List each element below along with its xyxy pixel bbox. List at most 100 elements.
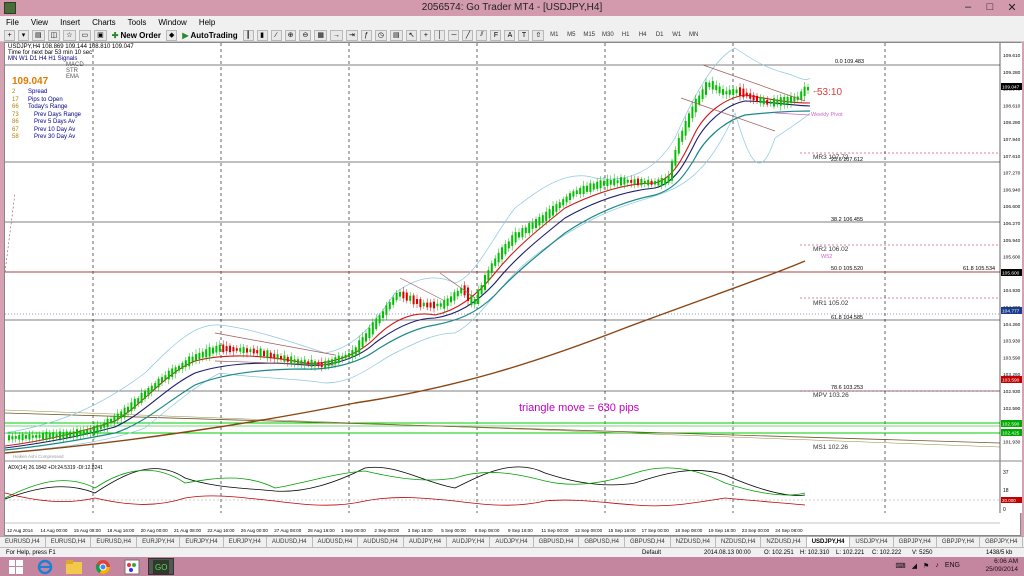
time-axis-label: 22 Aug 16:00 — [207, 528, 235, 533]
chart-canvas[interactable]: 0.0 109.483 MR3 107.72 23.6 107.612 38.2… — [4, 43, 1022, 537]
autotrading-button[interactable]: ▶ AutoTrading — [180, 30, 239, 41]
candle-body — [490, 263, 493, 274]
chart-tab[interactable]: GBPUSD,H4 — [579, 537, 625, 547]
candle-body — [698, 95, 701, 105]
start-icon[interactable] — [3, 558, 29, 575]
chart-tab[interactable]: AUDJPY,H4 — [404, 537, 448, 547]
cursor-icon[interactable]: ↖ — [405, 29, 418, 41]
chart-tab[interactable]: NZDUSD,H4 — [671, 537, 717, 547]
terminal-icon[interactable]: ▭ — [78, 29, 92, 41]
candle-body — [222, 344, 225, 353]
chrome-icon[interactable] — [90, 558, 116, 575]
candle-body — [191, 356, 194, 362]
arrows-icon[interactable]: ⇧ — [532, 29, 545, 41]
menu-window[interactable]: Window — [158, 18, 186, 27]
chart-shift-icon[interactable]: ⇥ — [345, 29, 358, 41]
indicators-icon[interactable]: ƒ — [360, 29, 372, 41]
minimize-button[interactable]: – — [960, 1, 976, 14]
status-help: For Help, press F1 — [6, 550, 56, 556]
chart-tab[interactable]: GBPUSD,H4 — [534, 537, 580, 547]
menu-insert[interactable]: Insert — [60, 18, 80, 27]
chart-tab[interactable]: GBPJPY,H4 — [894, 537, 937, 547]
tile-icon[interactable]: ▦ — [314, 29, 327, 41]
chart-tab[interactable]: AUDJPY,H4 — [490, 537, 534, 547]
new-chart-icon[interactable]: + — [4, 29, 15, 41]
language-indicator[interactable]: ENG — [945, 562, 960, 570]
chart-tab[interactable]: EURUSD,H4 — [46, 537, 92, 547]
candle-body — [514, 232, 517, 243]
channel-icon[interactable]: ⫽ — [476, 29, 488, 41]
chart-tab[interactable]: GBPJPY,H4 — [980, 537, 1024, 547]
timeframe-w1[interactable]: W1 — [670, 30, 684, 41]
fibonacci-icon[interactable]: F — [490, 29, 502, 41]
templates-icon[interactable]: ▤ — [389, 29, 403, 41]
candle-body — [694, 98, 697, 113]
paint-icon[interactable] — [119, 558, 145, 575]
internet-explorer-icon[interactable] — [32, 558, 58, 575]
close-button[interactable]: ✕ — [1004, 1, 1020, 14]
chart-tab[interactable]: AUDUSD,H4 — [267, 537, 313, 547]
timeframe-mn[interactable]: MN — [687, 30, 701, 41]
profiles-icon[interactable]: ▾ — [18, 29, 29, 41]
menu-file[interactable]: File — [6, 18, 19, 27]
market-watch-icon[interactable]: ▤ — [32, 29, 45, 41]
text-icon[interactable]: A — [504, 29, 516, 41]
chart-tab[interactable]: EURJPY,H4 — [180, 537, 224, 547]
volume-icon[interactable]: ♪ — [935, 562, 939, 570]
timeframe-m5[interactable]: M5 — [564, 30, 578, 41]
chart-tab[interactable]: EURJPY,H4 — [137, 537, 181, 547]
candles-icon[interactable]: ▮ — [256, 29, 268, 41]
timeframe-d1[interactable]: D1 — [653, 30, 667, 41]
chart-window[interactable]: 0.0 109.483 MR3 107.72 23.6 107.612 38.2… — [4, 42, 1022, 537]
new-order-button[interactable]: ✚ New Order — [110, 30, 163, 41]
chart-tab[interactable]: EURJPY,H4 — [224, 537, 267, 547]
mr1-label: MR1 105.02 — [813, 300, 849, 307]
keyboard-icon[interactable]: ⌨ — [896, 562, 906, 570]
periods-icon[interactable]: ◷ — [374, 29, 387, 41]
timeframe-m30[interactable]: M30 — [600, 30, 616, 41]
line-chart-icon[interactable]: ∕ — [270, 29, 282, 41]
chart-tab[interactable]: AUDJPY,H4 — [447, 537, 491, 547]
menu-view[interactable]: View — [31, 18, 48, 27]
candle-body — [21, 434, 24, 441]
chart-tab[interactable]: NZDUSD,H4 — [761, 537, 807, 547]
chart-tab[interactable]: NZDUSD,H4 — [716, 537, 762, 547]
chart-tab[interactable]: GBPJPY,H4 — [937, 537, 981, 547]
autoscroll-icon[interactable]: → — [329, 29, 343, 41]
metaeditor-icon[interactable]: ◆ — [165, 29, 178, 41]
menu-charts[interactable]: Charts — [92, 18, 116, 27]
chart-tab[interactable]: AUDUSD,H4 — [313, 537, 359, 547]
chart-tab[interactable]: USDJPY,H4 — [806, 537, 851, 547]
network-icon[interactable]: ◢ — [912, 562, 917, 570]
chart-tab[interactable]: EURUSD,H4 — [91, 537, 138, 547]
data-window-icon[interactable]: ◫ — [47, 29, 61, 41]
vertical-line-icon[interactable]: │ — [434, 29, 446, 41]
zoom-in-icon[interactable]: ⊕ — [284, 29, 297, 41]
clock[interactable]: 6:06 AM 25/09/2014 — [985, 558, 1018, 574]
candle-body — [552, 205, 554, 216]
chart-tab[interactable]: EURUSD,H4 — [0, 537, 46, 547]
zoom-out-icon[interactable]: ⊖ — [299, 29, 312, 41]
flag-icon[interactable]: ⚑ — [923, 562, 929, 570]
chart-tab[interactable]: USDJPY,H4 — [850, 537, 894, 547]
stats-panel: 2 Spread 17 Pips to Open 66 Today's Range 7… — [12, 89, 81, 142]
crosshair-icon[interactable]: + — [420, 29, 432, 41]
menu-tools[interactable]: Tools — [128, 18, 147, 27]
timeframe-h4[interactable]: H4 — [636, 30, 650, 41]
timeframe-m15[interactable]: M15 — [581, 30, 597, 41]
timeframe-h1[interactable]: H1 — [619, 30, 633, 41]
navigator-icon[interactable]: ☆ — [63, 29, 76, 41]
horizontal-line-icon[interactable]: ─ — [448, 29, 460, 41]
mt4-taskbar-icon[interactable]: GO — [148, 558, 174, 575]
chart-tab[interactable]: GBPUSD,H4 — [625, 537, 671, 547]
tester-icon[interactable]: ▣ — [94, 29, 107, 41]
file-explorer-icon[interactable] — [61, 558, 87, 575]
maximize-button[interactable]: □ — [982, 1, 998, 14]
menu-help[interactable]: Help — [199, 18, 215, 27]
label-icon[interactable]: T — [518, 29, 530, 41]
bar-chart-icon[interactable]: ┃ — [242, 29, 254, 41]
chart-tab[interactable]: AUDUSD,H4 — [358, 537, 404, 547]
taskbar: GO ⌨ ◢ ⚑ ♪ ENG 6:06 AM 25/09/2014 — [0, 557, 1024, 576]
timeframe-m1[interactable]: M1 — [547, 30, 561, 41]
trendline-icon[interactable]: ╱ — [462, 29, 474, 41]
